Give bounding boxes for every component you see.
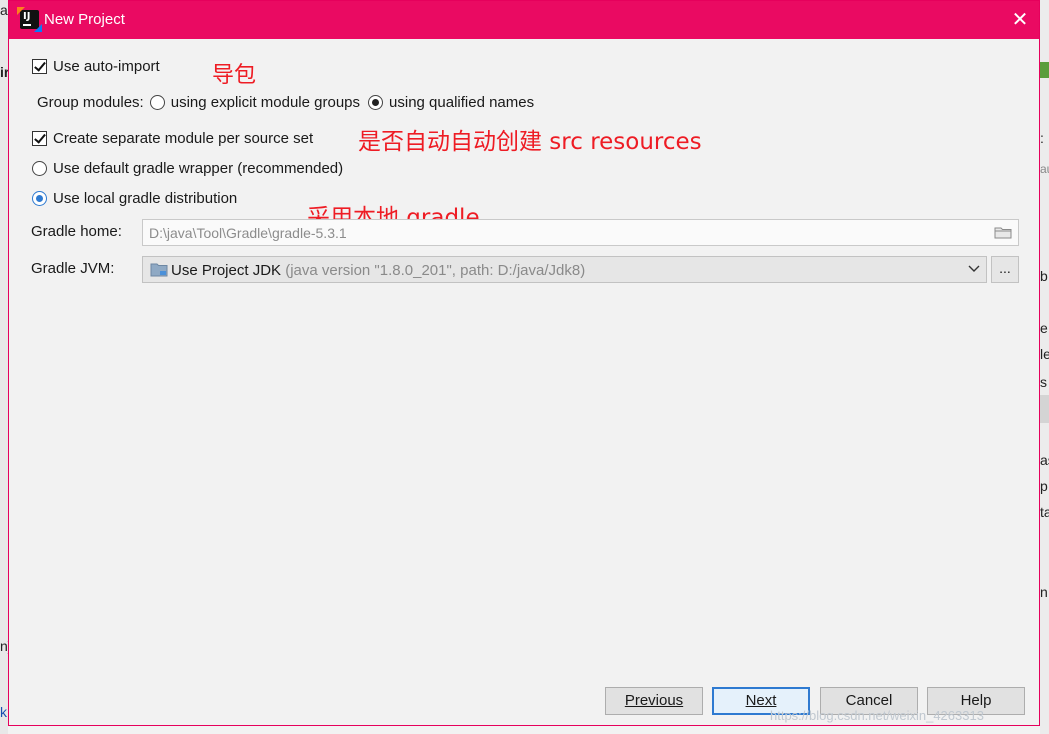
separate-module-option[interactable]: Create separate module per source set <box>32 130 313 147</box>
dialog-title: New Project <box>44 11 125 28</box>
auto-import-option[interactable]: Use auto-import <box>32 58 160 75</box>
jdk-folder-icon <box>150 263 168 277</box>
new-project-dialog: IJ New Project ✕ Use auto-import 导包 Grou… <box>8 0 1040 726</box>
bg-fragment: a <box>0 2 8 18</box>
watermark: https://blog.csdn.net/weixin_4263313 <box>770 708 984 723</box>
gradle-home-field[interactable]: D:\java\Tool\Gradle\gradle-5.3.1 <box>142 219 1019 246</box>
bg-fragment: e <box>1040 320 1048 336</box>
auto-import-label: Use auto-import <box>53 58 160 75</box>
auto-import-checkbox[interactable] <box>32 59 47 74</box>
annotation-separate-module: 是否自动自动创建 src resources <box>358 129 702 155</box>
bg-fragment: au <box>1040 162 1049 176</box>
bg-fragment: le <box>1040 346 1049 362</box>
previous-button[interactable]: Previous <box>605 687 703 715</box>
gradle-jvm-detail: (java version "1.8.0_201", path: D:/java… <box>285 262 586 279</box>
local-dist-radio[interactable] <box>32 191 47 206</box>
bg-fragment: ta <box>1040 504 1049 520</box>
annotation-auto-import: 导包 <box>212 63 257 88</box>
local-dist-label: Use local gradle distribution <box>53 190 238 207</box>
gradle-home-label: Gradle home: <box>31 223 122 240</box>
chevron-down-icon[interactable] <box>968 264 980 274</box>
intellij-icon: IJ <box>17 7 42 32</box>
default-wrapper-radio[interactable] <box>32 161 47 176</box>
gradle-home-value: D:\java\Tool\Gradle\gradle-5.3.1 <box>149 225 347 241</box>
bg-fragment: : <box>1040 130 1044 146</box>
bg-fragment: s <box>1040 374 1047 390</box>
separate-module-label: Create separate module per source set <box>53 130 314 147</box>
group-explicit-radio[interactable] <box>149 95 165 110</box>
group-modules-label: Group modules: <box>37 94 144 111</box>
bg-fragment: as <box>1040 452 1049 468</box>
folder-icon[interactable] <box>994 227 1012 239</box>
group-qualified-radio[interactable] <box>368 95 384 110</box>
group-qualified-label[interactable]: using qualified names <box>389 94 534 111</box>
bg-fragment: b <box>1040 268 1048 284</box>
gradle-jvm-label: Gradle JVM: <box>31 260 115 277</box>
separate-module-checkbox[interactable] <box>32 131 47 146</box>
local-dist-option[interactable]: Use local gradle distribution <box>32 190 237 207</box>
bg-android-icon <box>1040 62 1049 78</box>
gradle-jvm-combobox[interactable]: Use Project JDK (java version "1.8.0_201… <box>142 256 987 283</box>
bg-fragment: n <box>1040 584 1048 600</box>
jvm-browse-button[interactable]: ... <box>991 256 1019 283</box>
background-window-left <box>0 0 8 734</box>
bg-fragment: k <box>0 704 7 720</box>
background-window-right <box>1040 0 1049 734</box>
bg-fragment: p <box>1040 478 1048 494</box>
default-wrapper-option[interactable]: Use default gradle wrapper (recommended) <box>32 160 343 177</box>
gradle-jvm-selected: Use Project JDK (java version "1.8.0_201… <box>171 262 586 279</box>
title-bar[interactable]: IJ New Project ✕ <box>9 1 1039 39</box>
close-icon[interactable]: ✕ <box>1005 5 1035 35</box>
background-highlight-band <box>1040 395 1049 423</box>
default-wrapper-label: Use default gradle wrapper (recommended) <box>53 160 344 177</box>
group-explicit-label[interactable]: using explicit module groups <box>171 94 360 111</box>
group-modules-row: Group modules: using explicit module gro… <box>37 94 534 111</box>
